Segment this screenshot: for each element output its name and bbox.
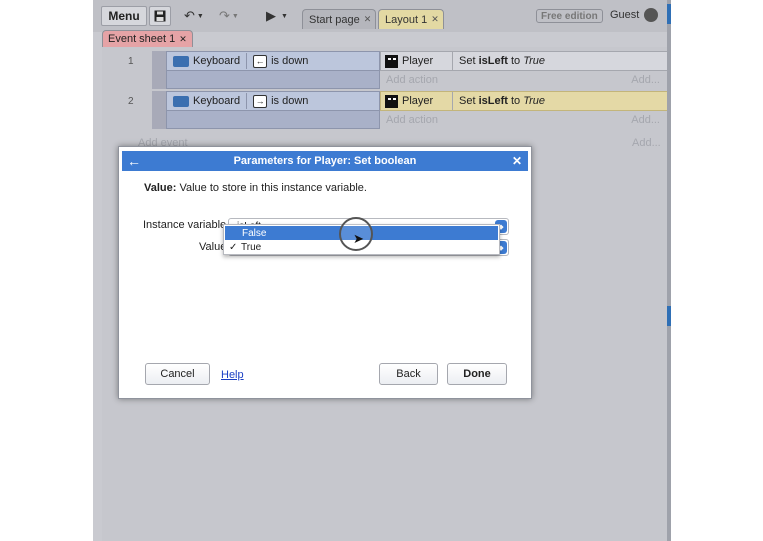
help-link[interactable]: Help xyxy=(221,369,244,381)
action-value: True xyxy=(523,55,546,67)
action-variable: isLeft xyxy=(478,95,508,107)
player-icon xyxy=(385,94,398,108)
done-button[interactable]: Done xyxy=(447,363,507,385)
add-link[interactable]: Add... xyxy=(631,74,660,86)
condition-object: Keyboard xyxy=(193,55,241,67)
parameter-description: Value: Value to store in this instance v… xyxy=(144,182,367,194)
condition-row[interactable]: Keyboard → is down xyxy=(166,91,380,111)
action-row-selected[interactable]: Player Set isLeft to True xyxy=(380,91,670,111)
left-arrow-key-icon: ← xyxy=(253,54,268,68)
tab-start-page[interactable]: Start page ✕ xyxy=(302,9,377,29)
instance-variable-label: Instance variable xyxy=(143,219,227,231)
event-number: 1 xyxy=(128,56,134,67)
option-label: False xyxy=(242,227,267,239)
event-margin[interactable] xyxy=(152,91,166,129)
event-margin[interactable] xyxy=(152,51,166,89)
add-action-link[interactable]: Add action xyxy=(386,114,438,126)
action-row[interactable]: Player Set isLeft to True xyxy=(380,51,670,71)
app-right-border xyxy=(667,0,671,541)
add-action-link[interactable]: Add action xyxy=(386,74,438,86)
player-icon xyxy=(385,54,398,68)
condition-object: Keyboard xyxy=(193,95,241,107)
right-arrow-key-icon: → xyxy=(253,94,268,108)
add-link[interactable]: Add... xyxy=(632,137,661,149)
description-label: Value: xyxy=(144,182,177,194)
user-name: Guest xyxy=(610,9,640,21)
tab-event-sheet-1[interactable]: Event sheet 1 ✕ xyxy=(102,30,193,48)
description-text: Value to store in this instance variable… xyxy=(179,182,367,194)
action-description: Set isLeft to True xyxy=(453,95,545,107)
action-value: True xyxy=(523,95,546,107)
undo-icon[interactable]: ↶ ▼ xyxy=(184,7,204,25)
keyboard-icon xyxy=(173,95,189,107)
checkmark-icon: ✓ xyxy=(229,241,238,253)
action-prefix: Set xyxy=(459,55,476,67)
tab-label: Start page xyxy=(309,13,360,26)
tab-label: Layout 1 xyxy=(385,13,428,26)
play-icon[interactable]: ▶ ▼ xyxy=(266,7,288,25)
mouse-pointer-icon: ➤ xyxy=(353,231,364,246)
menu-button[interactable]: Menu xyxy=(101,6,147,26)
tab-label: Event sheet 1 xyxy=(108,33,176,45)
close-icon[interactable]: ✕ xyxy=(179,34,187,45)
action-object: Player xyxy=(381,52,453,70)
edition-badge[interactable]: Free edition xyxy=(536,9,603,23)
add-action-row[interactable]: Add action Add... xyxy=(380,111,670,129)
keyboard-icon xyxy=(173,55,189,67)
action-variable: isLeft xyxy=(478,55,508,67)
action-object: Player xyxy=(381,92,453,110)
close-icon[interactable]: ✕ xyxy=(431,14,439,25)
action-object-name: Player xyxy=(402,95,434,107)
redo-icon[interactable]: ↷ ▼ xyxy=(219,7,239,25)
scroll-marker xyxy=(667,4,671,24)
event-number: 2 xyxy=(128,96,134,107)
save-icon[interactable] xyxy=(149,6,171,26)
toolbar: Menu ↶ ▼ ↷ ▼ ▶ ▼ Start page ✕ Layout 1 ✕ Fr… xyxy=(93,0,670,32)
dialog-title-bar: ← Parameters for Player: Set boolean ✕ xyxy=(122,151,528,171)
close-icon[interactable]: ✕ xyxy=(512,151,522,171)
back-button[interactable]: Back xyxy=(379,363,438,385)
condition-row[interactable]: Keyboard ← is down xyxy=(166,51,380,71)
action-mid: to xyxy=(510,95,521,107)
scroll-marker xyxy=(667,306,671,326)
option-label: True xyxy=(241,241,262,253)
condition-text: is down xyxy=(271,95,309,107)
action-prefix: Set xyxy=(459,95,476,107)
dialog-title: Parameters for Player: Set boolean xyxy=(233,155,417,167)
avatar-icon[interactable] xyxy=(644,8,658,22)
parameters-dialog: ← Parameters for Player: Set boolean ✕ V… xyxy=(118,146,532,399)
condition-text: is down xyxy=(271,55,309,67)
separator xyxy=(246,93,248,109)
back-arrow-icon[interactable]: ← xyxy=(127,151,141,171)
add-link[interactable]: Add... xyxy=(631,114,660,126)
close-icon[interactable]: ✕ xyxy=(364,14,372,25)
tab-layout-1[interactable]: Layout 1 ✕ xyxy=(378,9,444,29)
add-action-row[interactable]: Add action Add... xyxy=(380,71,670,89)
separator xyxy=(246,53,248,69)
action-object-name: Player xyxy=(402,55,434,67)
action-description: Set isLeft to True xyxy=(453,55,545,67)
cancel-button[interactable]: Cancel xyxy=(145,363,210,385)
action-mid: to xyxy=(510,55,521,67)
